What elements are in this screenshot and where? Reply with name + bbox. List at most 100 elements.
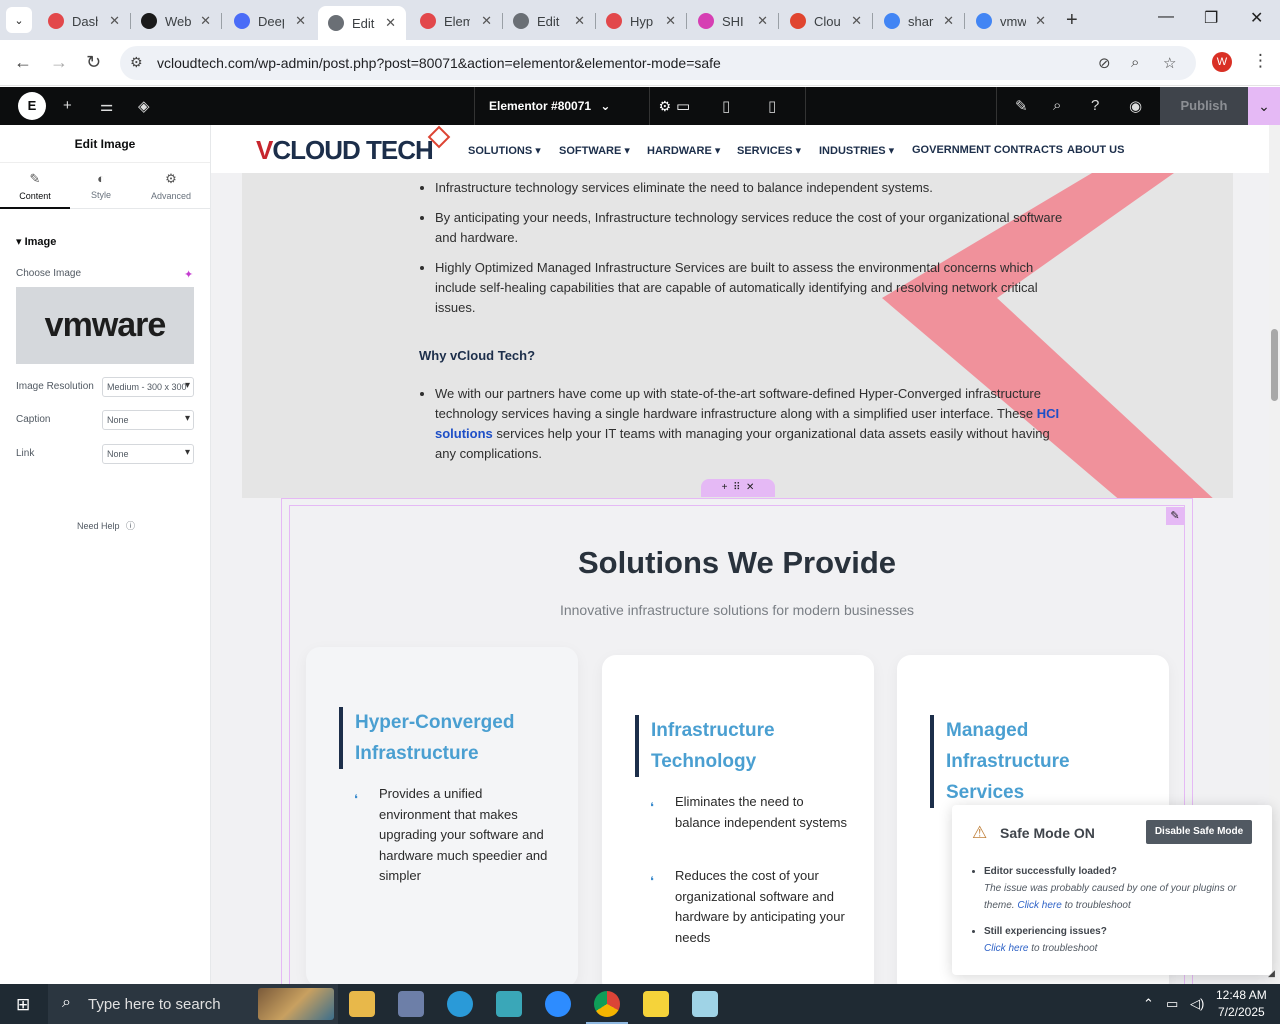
tab-close-icon[interactable]: ✕ [757, 13, 768, 29]
minimize-icon[interactable]: — [1158, 8, 1174, 26]
gear-icon: ⚙ [165, 171, 177, 186]
new-tab-icon[interactable]: + [1066, 9, 1078, 32]
browser-tab[interactable]: Web ✕ [131, 6, 221, 36]
structure-layers-icon[interactable]: ◈ [138, 97, 150, 115]
forward-arrow-icon[interactable]: → [50, 52, 68, 73]
link-select[interactable]: None [102, 444, 194, 464]
tab-close-icon[interactable]: ✕ [851, 13, 862, 29]
browser-tab[interactable]: Edit ✕ [503, 6, 595, 36]
tab-advanced[interactable]: ⚙ Advanced [136, 163, 206, 209]
tab-close-icon[interactable]: ✕ [481, 13, 492, 29]
tablet-icon[interactable]: ▯ [722, 97, 730, 115]
disable-safe-mode-button[interactable]: Disable Safe Mode [1146, 820, 1252, 844]
camera-blocked-icon[interactable]: ⊘ [1098, 54, 1111, 72]
help-icon[interactable]: ? [1091, 97, 1099, 114]
sticky-notes-icon[interactable] [643, 991, 669, 1017]
resize-grip-icon[interactable]: ◢ [1268, 968, 1275, 979]
troubleshoot-link[interactable]: Click here [1017, 900, 1061, 911]
site-info-icon[interactable]: ⚙ [130, 54, 143, 71]
tab-title: SHI [722, 13, 744, 29]
site-logo[interactable]: VCLOUD TECH [256, 135, 434, 166]
windows-start-icon[interactable]: ⊞ [16, 995, 30, 1015]
solution-card[interactable]: Hyper-Converged Infrastructure ❛ Provide… [306, 647, 578, 984]
image-resolution-select[interactable]: Medium - 300 x 300 [102, 377, 194, 397]
url-text[interactable]: vcloudtech.com/wp-admin/post.php?post=80… [157, 55, 721, 71]
window-close-icon[interactable]: ✕ [1250, 8, 1263, 28]
tab-close-icon[interactable]: ✕ [665, 13, 676, 29]
vmware-logo: vmware [44, 306, 167, 344]
browser-tab[interactable]: Deep ✕ [224, 6, 316, 36]
browser-tab-active[interactable]: Edit ✕ [318, 6, 406, 40]
tab-close-icon[interactable]: ✕ [385, 15, 396, 31]
zoom-icon[interactable]: ⌕ [1131, 54, 1139, 71]
elementor-logo-icon[interactable]: E [18, 92, 46, 120]
tab-close-icon[interactable]: ✕ [109, 13, 120, 29]
preview-eye-icon[interactable]: ◉ [1129, 97, 1142, 115]
section-handle[interactable]: + ⠿ ✕ [701, 479, 775, 497]
network-icon[interactable]: ▭ [1166, 996, 1178, 1012]
solution-card[interactable]: Infrastructure Technology ❛ Eliminates t… [602, 655, 874, 984]
tab-close-icon[interactable]: ✕ [574, 13, 585, 29]
tab-title: vmw [1000, 13, 1026, 29]
app-icon[interactable] [398, 991, 424, 1017]
add-section-icon: + [721, 482, 728, 493]
publish-options-chevron-icon[interactable]: ⌄ [1248, 87, 1280, 125]
site-settings-icon[interactable]: ⚌ [100, 97, 113, 115]
desktop-icon[interactable]: ▭ [676, 97, 690, 115]
volume-icon[interactable]: ◁) [1190, 996, 1204, 1012]
mobile-icon[interactable]: ▯ [768, 97, 776, 115]
scrollbar-thumb[interactable] [1271, 329, 1278, 401]
tray-chevron-up-icon[interactable]: ⌃ [1143, 996, 1154, 1012]
back-arrow-icon[interactable]: ← [14, 52, 32, 73]
browser-tab[interactable]: vmw ✕ [966, 6, 1056, 36]
tab-close-icon[interactable]: ✕ [943, 13, 954, 29]
tab-style[interactable]: ◐ Style [66, 163, 136, 209]
tab-title: Deep [258, 13, 284, 29]
browser-tab[interactable]: Hyp ✕ [596, 6, 686, 36]
browser-tab[interactable]: Clou ✕ [780, 6, 872, 36]
tab-search-icon[interactable]: ⌄ [6, 7, 32, 33]
edge-browser-icon[interactable] [447, 991, 473, 1017]
section-toggle-image[interactable]: ▾ Image [16, 235, 56, 248]
nav-item-about-us[interactable]: ABOUT US [1067, 144, 1124, 156]
troubleshoot-link[interactable]: Click here [984, 943, 1028, 954]
publish-button[interactable]: Publish [1160, 87, 1248, 125]
notes-icon[interactable]: ✎ [1015, 97, 1028, 115]
browser-tab[interactable]: Elem ✕ [410, 6, 502, 36]
edit-container-pencil-icon[interactable]: ✎ [1166, 507, 1184, 525]
address-bar[interactable]: ⚙ vcloudtech.com/wp-admin/post.php?post=… [120, 46, 1196, 80]
taskbar-search[interactable]: ⌕ Type here to search [48, 984, 338, 1024]
finder-search-icon[interactable]: ⌕ [1053, 97, 1061, 114]
image-preview[interactable]: vmware [16, 287, 194, 364]
document-title-dropdown[interactable]: Elementor #80071 ⌄ ⚙ [474, 87, 671, 125]
system-clock[interactable]: 12:48 AM 7/2/2025 [1216, 987, 1267, 1021]
tab-close-icon[interactable]: ✕ [200, 13, 211, 29]
app-icon[interactable] [496, 991, 522, 1017]
file-explorer-icon[interactable] [349, 991, 375, 1017]
tab-close-icon[interactable]: ✕ [1035, 13, 1046, 29]
nav-item-solutions[interactable]: SOLUTIONS ▾ [468, 144, 541, 157]
nav-item-industries[interactable]: INDUSTRIES ▾ [819, 144, 894, 157]
bookmark-star-icon[interactable]: ☆ [1163, 54, 1176, 72]
nav-item-hardware[interactable]: HARDWARE ▾ [647, 144, 720, 157]
tab-content[interactable]: ✎ Content [0, 163, 70, 209]
nav-item-government-contracts[interactable]: GOVERNMENT CONTRACTS [912, 144, 1063, 156]
zoom-app-icon[interactable] [545, 991, 571, 1017]
app-icon[interactable] [692, 991, 718, 1017]
tab-title: Elem [444, 13, 470, 29]
browser-tab[interactable]: SHI ✕ [688, 6, 778, 36]
ai-sparkle-icon[interactable]: ✦ [184, 268, 193, 281]
nav-item-software[interactable]: SOFTWARE ▾ [559, 144, 630, 157]
browser-tab[interactable]: shar ✕ [874, 6, 964, 36]
caption-select[interactable]: None [102, 410, 194, 430]
reload-icon[interactable]: ↻ [86, 52, 101, 73]
nav-item-services[interactable]: SERVICES ▾ [737, 144, 801, 157]
chrome-icon[interactable] [586, 991, 628, 1024]
browser-menu-icon[interactable]: ⋮ [1252, 51, 1269, 71]
need-help-link[interactable]: Need Help ⓘ [77, 519, 135, 532]
tab-close-icon[interactable]: ✕ [295, 13, 306, 29]
add-element-icon[interactable]: + [63, 97, 72, 114]
profile-avatar[interactable]: W [1212, 52, 1232, 72]
browser-tab[interactable]: Dashboard ✕ [38, 6, 130, 36]
restore-icon[interactable]: ❐ [1204, 8, 1218, 28]
